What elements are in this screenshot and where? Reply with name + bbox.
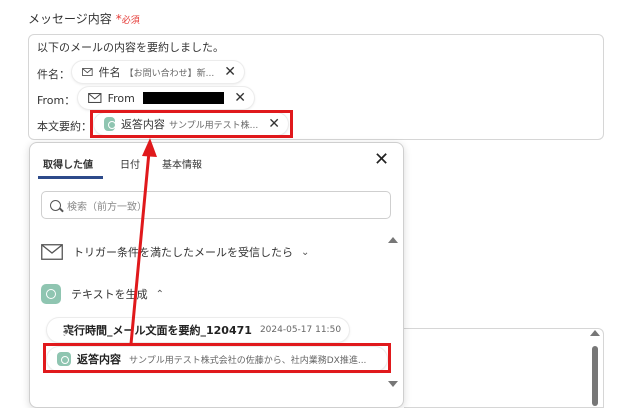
annotation-arrow xyxy=(129,138,157,345)
message-editor: メッセージ内容 *必須 以下のメールの内容を要約しました。 件名： From： 本… xyxy=(0,0,619,408)
